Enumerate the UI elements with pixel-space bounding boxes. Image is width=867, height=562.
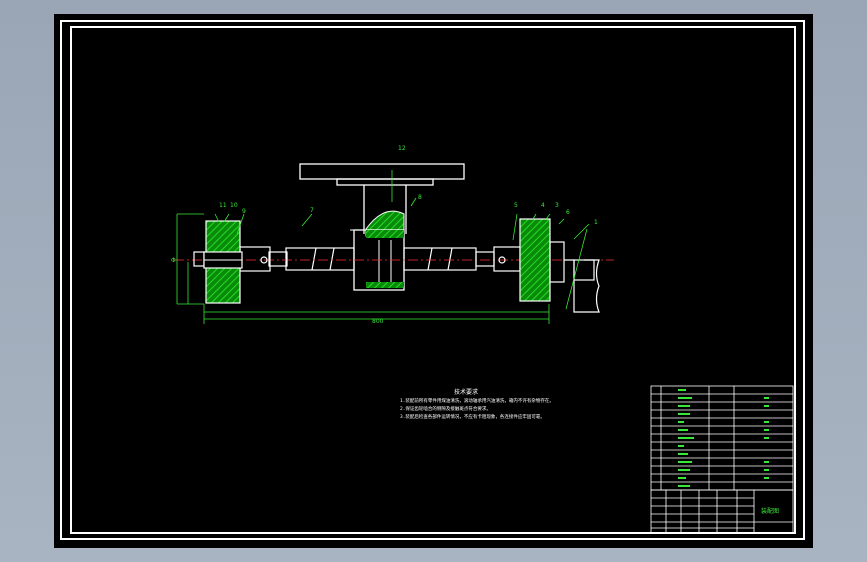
note-2: 2.保证齿轮啮合的侧隙及接触斑点符合要求。 (400, 405, 491, 412)
left-gear (203, 220, 243, 304)
callout-10: 10 (230, 202, 238, 209)
drawing-sheet: 1 3 4 5 6 7 8 9 10 11 12 800 Φ 技术要求 1.装配… (54, 14, 813, 548)
callout-8: 8 (418, 194, 422, 201)
callout-1: 1 (594, 219, 598, 226)
gear-housing (350, 210, 405, 291)
callout-7: 7 (310, 207, 314, 214)
callout-6: 6 (566, 209, 570, 216)
callout-5: 5 (514, 202, 518, 209)
note-1: 1.装配前所有零件用煤油清洗，滚动轴承用汽油清洗，箱内不许有杂物存在。 (400, 397, 554, 404)
callout-4: 4 (541, 202, 545, 209)
motor-bracket (564, 259, 600, 313)
callout-9: 9 (242, 208, 246, 215)
overall-dimension: 800 (372, 318, 384, 325)
parts-list-marks (678, 389, 769, 487)
callout-3: 3 (555, 202, 559, 209)
callout-11: 11 (219, 202, 227, 209)
callout-12: 12 (398, 145, 406, 152)
height-dimension: Φ (171, 257, 176, 264)
assembly-drawing: 1 3 4 5 6 7 8 9 10 11 12 800 Φ 技术要求 1.装配… (171, 145, 794, 534)
title-block-name: 装配图 (761, 507, 779, 515)
note-3: 3.装配后检查各部件运转情况，不应有卡阻现象，各连接件应牢固可靠。 (400, 413, 545, 420)
notes-title: 技术要求 (454, 388, 478, 396)
right-coupling (475, 246, 521, 272)
technical-notes: 技术要求 1.装配前所有零件用煤油清洗，滚动轴承用汽油清洗，箱内不许有杂物存在。… (400, 388, 554, 420)
